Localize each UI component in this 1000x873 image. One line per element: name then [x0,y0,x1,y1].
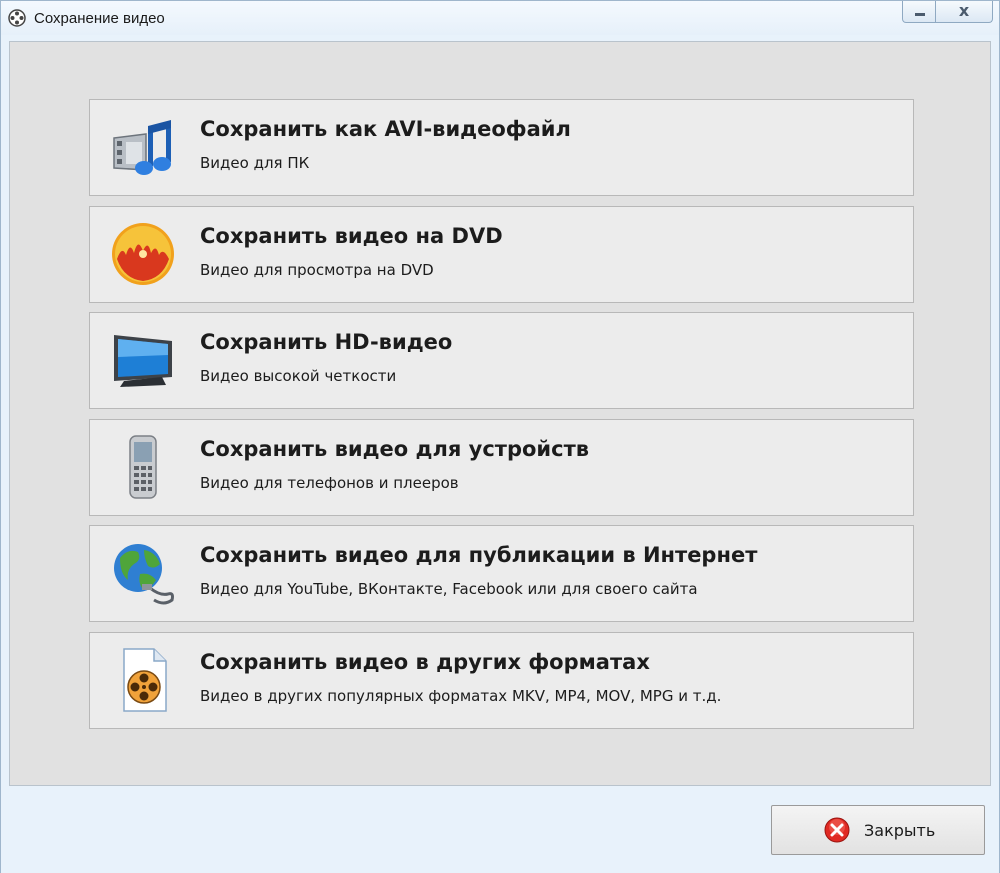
window-close-button[interactable]: x [936,1,993,23]
option-subtitle: Видео высокой четкости [200,367,397,385]
option-subtitle: Видео для просмотра на DVD [200,261,434,279]
avi-film-music-icon [113,120,171,175]
option-title: Сохранить HD-видео [200,330,453,354]
dialog-footer: Закрыть [1,787,999,873]
option-subtitle: Видео для ПК [200,154,310,172]
option-title: Сохранить видео в других форматах [200,650,650,674]
option-save-internet[interactable]: Сохранить видео для публикации в Интерне… [89,525,914,622]
hd-monitor-icon [114,335,172,387]
option-save-avi[interactable]: Сохранить как AVI-видеофайл Видео для ПК [89,99,914,196]
option-title: Сохранить видео на DVD [200,224,503,248]
save-video-window: Сохранение видео x Сохранить как AVI-вид… [0,0,1000,873]
option-title: Сохранить видео для устройств [200,437,590,461]
window-title: Сохранение видео [34,10,165,27]
option-title: Сохранить как AVI-видеофайл [200,117,571,141]
option-save-other-formats[interactable]: Сохранить видео в других форматах Видео … [89,632,914,729]
option-subtitle: Видео для телефонов и плееров [200,474,459,492]
film-reel-file-icon [123,648,167,712]
red-x-icon [824,817,850,843]
option-subtitle: Видео для YouTube, ВКонтакте, Facebook и… [200,580,698,598]
minimize-button[interactable] [902,1,936,23]
option-save-devices[interactable]: Сохранить видео для устройств Видео для … [89,419,914,516]
option-title: Сохранить видео для публикации в Интерне… [200,543,758,567]
dvd-disc-icon [112,223,174,285]
option-subtitle: Видео в других популярных форматах MKV, … [200,687,722,705]
close-button-label: Закрыть [864,821,936,840]
close-button[interactable]: Закрыть [771,805,985,855]
film-reel-app-icon [8,9,26,27]
globe-icon [114,544,174,605]
mobile-phone-icon [129,435,157,499]
option-save-hd[interactable]: Сохранить HD-видео Видео высокой четкост… [89,312,914,409]
option-save-dvd[interactable]: Сохранить видео на DVD Видео для просмот… [89,206,914,303]
title-bar[interactable]: Сохранение видео x [1,1,999,35]
